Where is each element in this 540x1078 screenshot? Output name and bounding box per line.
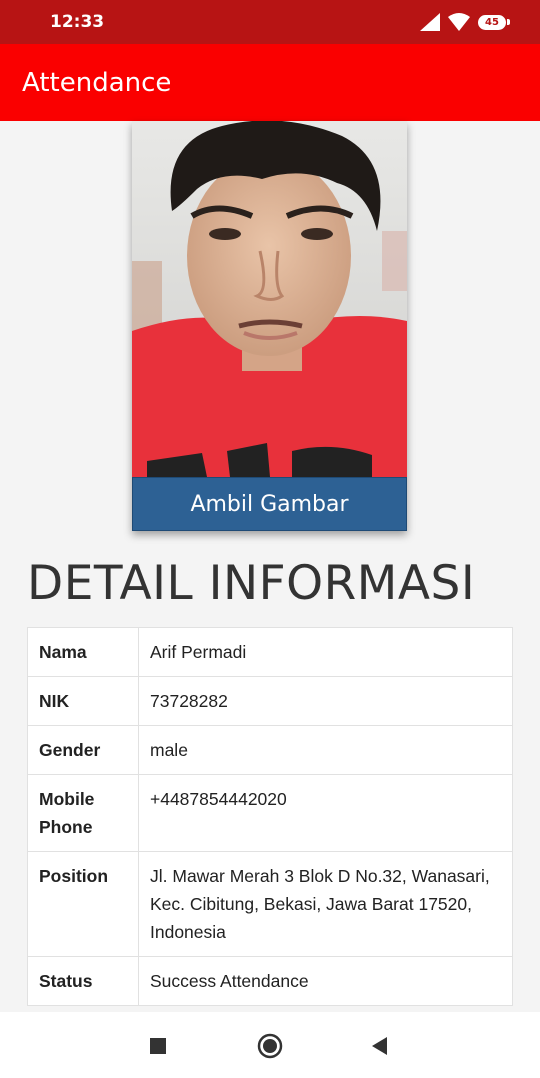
- table-row: Gender male: [27, 725, 513, 775]
- row-value: Arif Permadi: [138, 627, 513, 677]
- app-bar: Attendance: [0, 44, 540, 121]
- photo-card: Ambil Gambar: [132, 121, 407, 531]
- detail-table: Nama Arif Permadi NIK 73728282 Gender ma…: [27, 627, 513, 1006]
- row-label: Nama: [27, 627, 139, 677]
- row-label: NIK: [27, 676, 139, 726]
- row-value: Jl. Mawar Merah 3 Blok D No.32, Wanasari…: [138, 851, 513, 957]
- table-row: Position Jl. Mawar Merah 3 Blok D No.32,…: [27, 851, 513, 957]
- table-row: NIK 73728282: [27, 676, 513, 726]
- home-icon[interactable]: [257, 1033, 283, 1059]
- battery-icon: 45: [478, 14, 510, 30]
- row-value: male: [138, 725, 513, 775]
- take-photo-button[interactable]: Ambil Gambar: [132, 477, 407, 531]
- row-value: Success Attendance: [138, 956, 513, 1006]
- battery-level: 45: [485, 16, 499, 28]
- navigation-bar: [0, 1012, 540, 1078]
- row-label: Gender: [27, 725, 139, 775]
- table-row: Nama Arif Permadi: [27, 627, 513, 677]
- row-label: Position: [27, 851, 139, 957]
- back-icon[interactable]: [367, 1033, 393, 1059]
- table-row: Status Success Attendance: [27, 956, 513, 1006]
- row-label: Status: [27, 956, 139, 1006]
- status-bar: 12:33 45: [0, 0, 540, 44]
- status-icons: 45: [420, 11, 510, 33]
- recent-apps-icon[interactable]: [145, 1033, 171, 1059]
- detail-heading: DETAIL INFORMASI: [27, 556, 476, 611]
- wifi-icon: [448, 13, 470, 31]
- row-label: Mobile Phone: [27, 774, 139, 852]
- profile-photo: [132, 121, 407, 477]
- table-row: Mobile Phone +4487854442020: [27, 774, 513, 852]
- row-value: 73728282: [138, 676, 513, 726]
- status-time: 12:33: [50, 12, 105, 32]
- app-title: Attendance: [22, 68, 172, 98]
- signal-icon: [420, 13, 440, 31]
- row-value: +4487854442020: [138, 774, 513, 852]
